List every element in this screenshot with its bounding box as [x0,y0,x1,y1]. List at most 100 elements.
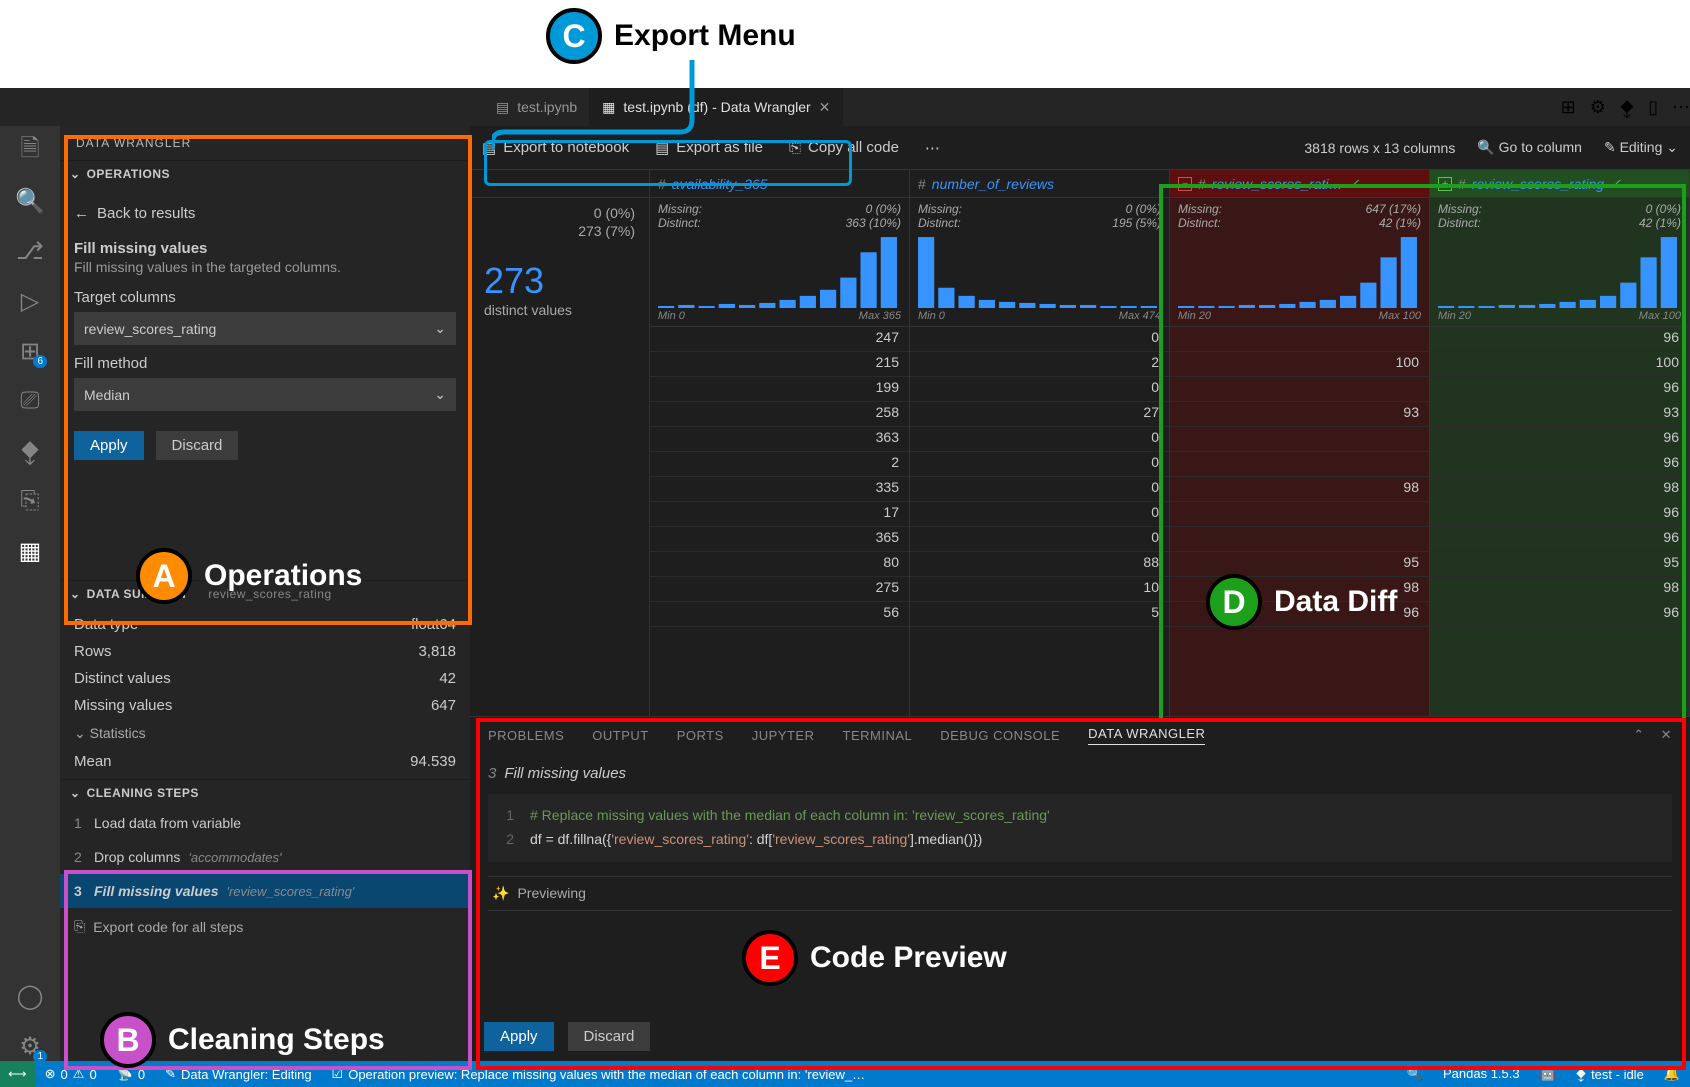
status-ports[interactable]: 📡 0 [107,1061,155,1087]
cleaning-steps-header[interactable]: ⌄CLEANING STEPS [60,780,470,806]
panel-tab-data-wrangler[interactable]: DATA WRANGLER [1088,726,1205,745]
settings-icon[interactable]: ⚙1 [15,1031,45,1061]
grid-cell[interactable]: 96 [1430,602,1689,627]
grid-cell[interactable]: 98 [1170,477,1429,502]
grid-cell[interactable]: 199 [650,377,909,402]
status-kernel[interactable]: ⧪ test - idle [1566,1066,1654,1082]
grid-cell[interactable]: 0 [910,327,1169,352]
column-header[interactable]: # number_of_reviews [910,170,1169,198]
data-summary-header[interactable]: ⌄DATA SUMMARY review_scores_rating [60,581,470,607]
grid-cell[interactable]: 80 [650,552,909,577]
grid-cell[interactable]: 100 [1430,352,1689,377]
panel-tab-terminal[interactable]: TERMINAL [843,728,913,743]
status-zoom[interactable]: 🔍 [1397,1066,1433,1082]
status-dw[interactable]: ✎ Data Wrangler: Editing [155,1061,321,1087]
data-grid[interactable]: 0 (0%) 273 (7%) 273 distinct values # av… [470,170,1690,716]
status-errors[interactable]: ⊗ 0 ⚠ 0 [35,1061,107,1087]
grid-cell[interactable]: 98 [1430,577,1689,602]
grid-cell[interactable]: 96 [1430,527,1689,552]
grid-cell[interactable]: 215 [650,352,909,377]
code-preview[interactable]: 1# Replace missing values with the media… [488,794,1672,862]
panel-tab-debug[interactable]: DEBUG CONSOLE [940,728,1060,743]
grid-cell[interactable]: 96 [1430,377,1689,402]
status-bell[interactable]: 🔔 [1654,1066,1690,1082]
more-icon[interactable]: ⋯ [925,139,940,157]
testing-icon[interactable]: ⧪ [15,436,45,466]
grid-cell[interactable]: 96 [1430,502,1689,527]
grid-cell[interactable]: 98 [1170,577,1429,602]
apply-code-button[interactable]: Apply [484,1022,554,1051]
grid-cell[interactable]: 10 [910,577,1169,602]
editing-mode[interactable]: ✎ Editing ⌄ [1604,139,1678,156]
step-row-active[interactable]: 3Fill missing values'review_scores_ratin… [60,874,470,908]
grid-cell[interactable]: 96 [1430,452,1689,477]
grid-cell[interactable]: 247 [650,327,909,352]
split-icon[interactable]: ▯ [1648,97,1658,118]
status-pandas[interactable]: Pandas 1.5.3 [1433,1066,1530,1081]
grid-cell[interactable]: 56 [650,602,909,627]
status-op-preview[interactable]: ☑ Operation preview: Replace missing val… [322,1061,876,1087]
gear-icon[interactable]: ⚙ [1590,97,1606,118]
grid-cell[interactable]: 275 [650,577,909,602]
status-copilot[interactable]: 🤖 [1530,1066,1566,1082]
grid-cell[interactable]: 0 [910,452,1169,477]
grid-cell[interactable]: 96 [1430,327,1689,352]
grid-cell[interactable]: 98 [1430,477,1689,502]
column-header[interactable]: −# review_scores_rati… ✓ [1170,170,1429,198]
grid-cell[interactable]: 88 [910,552,1169,577]
grid-cell[interactable]: 363 [650,427,909,452]
panel-tab-jupyter[interactable]: JUPYTER [752,728,815,743]
operations-header[interactable]: ⌄OPERATIONS [60,161,470,187]
more-icon[interactable]: ⋯ [1672,97,1690,118]
grid-cell[interactable]: 5 [910,602,1169,627]
layout-icon[interactable]: ⊞ [1561,97,1576,118]
column-header[interactable]: +# review_scores_rating ✓ [1430,170,1689,198]
grid-cell[interactable]: 258 [650,402,909,427]
grid-cell[interactable]: 100 [1170,352,1429,377]
grid-cell[interactable]: 96 [1430,427,1689,452]
grid-cell[interactable]: 93 [1170,402,1429,427]
grid-cell[interactable]: 335 [650,477,909,502]
beaker-icon[interactable]: ⧪ [1620,97,1634,118]
grid-cell[interactable]: 95 [1430,552,1689,577]
grid-cell[interactable]: 0 [910,502,1169,527]
grid-cell[interactable]: 0 [910,427,1169,452]
grid-cell[interactable]: 96 [1170,602,1429,627]
panel-tab-problems[interactable]: PROBLEMS [488,728,564,743]
copy-all-code[interactable]: ⎘Copy all code [789,139,899,156]
grid-cell[interactable]: 0 [910,477,1169,502]
grid-cell[interactable]: 17 [650,502,909,527]
step-row[interactable]: 1Load data from variable [60,806,470,840]
grid-cell[interactable]: 2 [650,452,909,477]
run-debug-icon[interactable]: ▷ [15,286,45,316]
grid-cell[interactable]: 95 [1170,552,1429,577]
grid-cell[interactable]: 93 [1430,402,1689,427]
apply-button[interactable]: Apply [74,431,144,460]
extensions-icon[interactable]: ⊞6 [15,336,45,366]
discard-button[interactable]: Discard [156,431,239,460]
grid-cell[interactable] [1170,502,1429,527]
grid-cell[interactable]: 0 [910,377,1169,402]
fill-method-select[interactable]: Median⌄ [74,378,456,411]
grid-cell[interactable]: 365 [650,527,909,552]
source-control-icon[interactable]: ⎇ [15,236,45,266]
grid-cell[interactable] [1170,527,1429,552]
grid-cell[interactable] [1170,452,1429,477]
grid-cell[interactable] [1170,427,1429,452]
back-to-results[interactable]: ←Back to results [74,197,456,230]
grid-cell[interactable] [1170,377,1429,402]
live-share-icon[interactable]: ⎘ [15,486,45,516]
data-wrangler-activity-icon[interactable]: ▦ [15,536,45,566]
statistics-header[interactable]: ⌄ Statistics [74,719,456,748]
panel-tab-output[interactable]: OUTPUT [592,728,648,743]
accounts-icon[interactable]: ◯ [15,981,45,1011]
step-row[interactable]: 2Drop columns'accommodates' [60,840,470,874]
grid-cell[interactable]: 27 [910,402,1169,427]
remote-icon[interactable]: ⎚ [15,386,45,416]
column-header[interactable]: # availability_365 [650,170,909,198]
go-to-column[interactable]: 🔍 Go to column [1477,139,1582,156]
close-icon[interactable]: ✕ [819,99,831,116]
discard-code-button[interactable]: Discard [568,1022,651,1051]
close-icon[interactable]: ✕ [1661,727,1672,743]
remote-indicator[interactable]: ⟷ [0,1061,35,1087]
